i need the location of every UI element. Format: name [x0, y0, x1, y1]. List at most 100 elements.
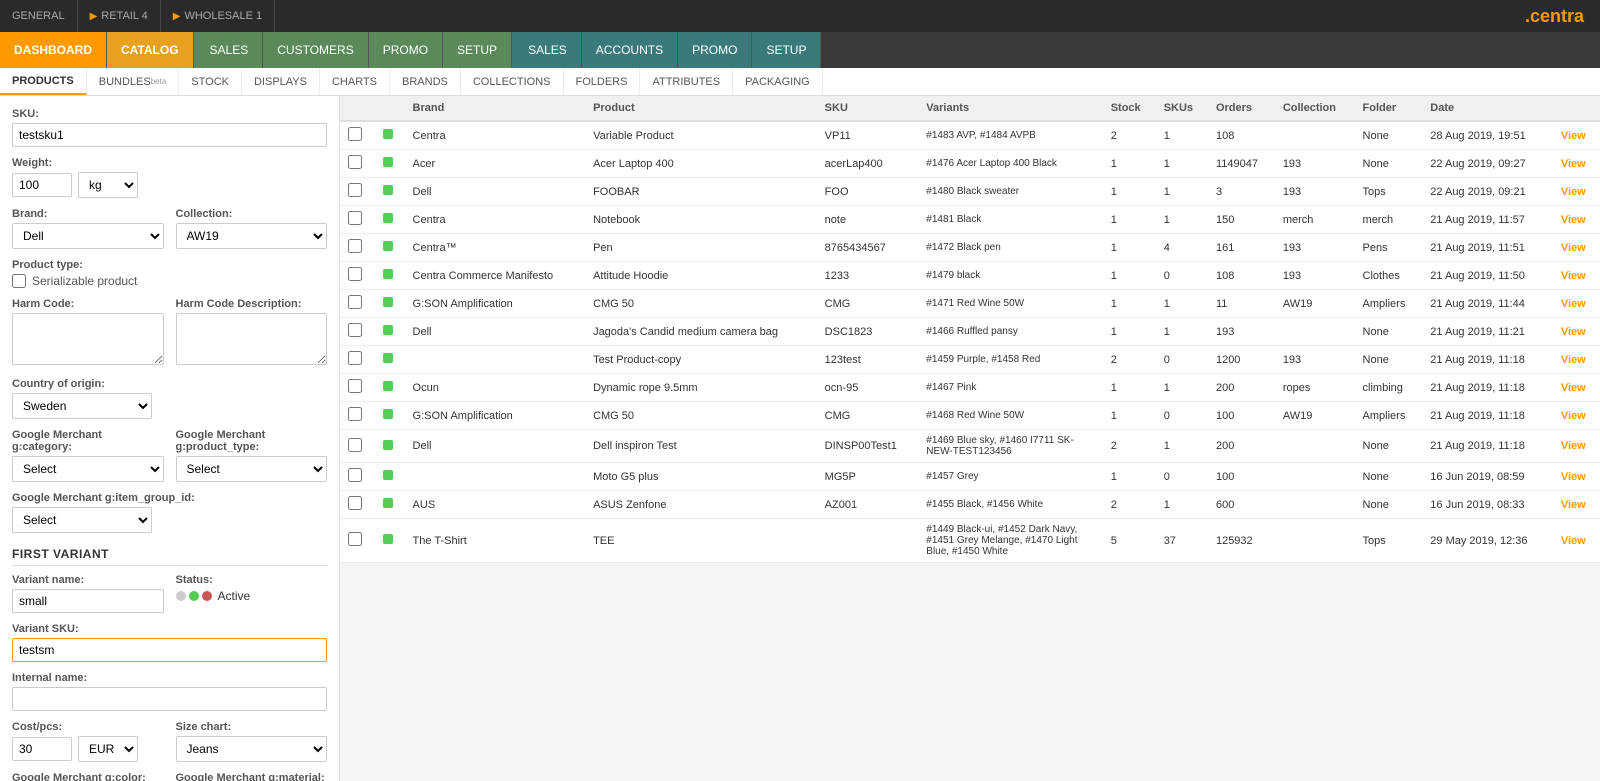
nav-customers[interactable]: CUSTOMERS — [263, 32, 368, 68]
nav-setup-retail[interactable]: SETUP — [443, 32, 512, 68]
row-variants: #1483 AVP, #1484 AVPB — [918, 121, 1102, 150]
nav-accounts-label: ACCOUNTS — [596, 43, 663, 57]
row-checkbox[interactable] — [348, 127, 362, 141]
row-status-cell — [375, 346, 405, 374]
weight-unit-select[interactable]: kg g lb — [78, 172, 138, 198]
sku-input[interactable] — [12, 123, 327, 147]
nav-retail[interactable]: ▶ RETAIL 4 — [78, 0, 161, 32]
view-link[interactable]: View — [1561, 214, 1586, 226]
view-link[interactable]: View — [1561, 410, 1586, 422]
subnav-brands[interactable]: BRANDS — [390, 68, 461, 95]
collection-select[interactable]: AW19 AW18 SS19 — [176, 223, 328, 249]
view-link[interactable]: View — [1561, 158, 1586, 170]
weight-input[interactable] — [12, 173, 72, 197]
currency-select[interactable]: EUR USD GBP — [78, 736, 138, 762]
row-checkbox[interactable] — [348, 532, 362, 546]
row-checkbox[interactable] — [348, 295, 362, 309]
row-checkbox[interactable] — [348, 323, 362, 337]
row-variants: #1472 Black pen — [918, 234, 1102, 262]
row-checkbox[interactable] — [348, 211, 362, 225]
view-link[interactable]: View — [1561, 354, 1586, 366]
row-checkbox[interactable] — [348, 155, 362, 169]
harm-code-textarea[interactable] — [12, 313, 164, 365]
col-stock: Stock — [1103, 96, 1156, 121]
row-checkbox[interactable] — [348, 468, 362, 482]
google-category-select[interactable]: Select — [12, 456, 164, 482]
row-checkbox[interactable] — [348, 438, 362, 452]
view-link[interactable]: View — [1561, 471, 1586, 483]
country-select[interactable]: Sweden Germany China USA — [12, 393, 152, 419]
table-row: Test Product-copy 123test #1459 Purple, … — [340, 346, 1600, 374]
nav-sales-retail[interactable]: SALES — [196, 32, 264, 68]
subnav-charts[interactable]: CHARTS — [320, 68, 390, 95]
row-status-cell — [375, 430, 405, 463]
view-link[interactable]: View — [1561, 382, 1586, 394]
row-checkbox[interactable] — [348, 183, 362, 197]
variant-name-group: Variant name: — [12, 574, 164, 613]
row-checkbox[interactable] — [348, 407, 362, 421]
nav-general[interactable]: GENERAL — [0, 0, 78, 32]
row-brand: Centra — [405, 121, 586, 150]
row-stock: 5 — [1103, 519, 1156, 563]
row-checkbox[interactable] — [348, 239, 362, 253]
size-chart-select[interactable]: Jeans Shoes T-Shirt — [176, 736, 328, 762]
status-indicator — [383, 440, 393, 450]
view-link[interactable]: View — [1561, 270, 1586, 282]
subnav-collections[interactable]: COLLECTIONS — [461, 68, 564, 95]
cost-input[interactable] — [12, 737, 72, 761]
view-link[interactable]: View — [1561, 130, 1586, 142]
main-nav: DASHBOARD CATALOG SALES CUSTOMERS PROMO … — [0, 32, 1600, 68]
table-row: G:SON Amplification CMG 50 CMG #1468 Red… — [340, 402, 1600, 430]
row-skus: 0 — [1156, 463, 1208, 491]
table-row: Centra Variable Product VP11 #1483 AVP, … — [340, 121, 1600, 150]
weight-group: Weight: kg g lb — [12, 157, 327, 198]
row-folder: None — [1355, 121, 1423, 150]
google-item-group-select[interactable]: Select — [12, 507, 152, 533]
google-product-type-select[interactable]: Select — [176, 456, 328, 482]
internal-name-input[interactable] — [12, 687, 327, 711]
view-link[interactable]: View — [1561, 535, 1586, 547]
view-link[interactable]: View — [1561, 186, 1586, 198]
col-status — [375, 96, 405, 121]
nav-promo-wholesale[interactable]: PROMO — [678, 32, 752, 68]
harm-code-desc-textarea[interactable] — [176, 313, 328, 365]
view-link[interactable]: View — [1561, 326, 1586, 338]
nav-promo-retail[interactable]: PROMO — [369, 32, 443, 68]
row-collection — [1275, 121, 1355, 150]
subnav-displays[interactable]: DISPLAYS — [242, 68, 320, 95]
nav-wholesale[interactable]: ▶ WHOLESALE 1 — [161, 0, 275, 32]
nav-sales-wholesale-label: SALES — [528, 43, 567, 57]
nav-setup-wholesale[interactable]: SETUP — [752, 32, 821, 68]
nav-catalog[interactable]: CATALOG — [107, 32, 194, 68]
view-link[interactable]: View — [1561, 298, 1586, 310]
row-collection: merch — [1275, 206, 1355, 234]
row-view-cell: View — [1553, 150, 1600, 178]
subnav-bundles[interactable]: BUNDLES beta — [87, 68, 180, 95]
view-link[interactable]: View — [1561, 440, 1586, 452]
variant-name-input[interactable] — [12, 589, 164, 613]
nav-dashboard[interactable]: DASHBOARD — [0, 32, 107, 68]
variant-sku-input[interactable] — [12, 638, 327, 662]
view-link[interactable]: View — [1561, 499, 1586, 511]
row-checkbox[interactable] — [348, 351, 362, 365]
view-link[interactable]: View — [1561, 242, 1586, 254]
nav-accounts[interactable]: ACCOUNTS — [582, 32, 678, 68]
subnav-products[interactable]: PRODUCTS — [0, 68, 87, 95]
subnav-stock[interactable]: STOCK — [179, 68, 242, 95]
row-checkbox[interactable] — [348, 267, 362, 281]
row-date: 28 Aug 2019, 19:51 — [1422, 121, 1553, 150]
row-date: 16 Jun 2019, 08:59 — [1422, 463, 1553, 491]
nav-sales-wholesale[interactable]: SALES — [514, 32, 582, 68]
status-indicator — [383, 470, 393, 480]
subnav-attributes[interactable]: ATTRIBUTES — [640, 68, 733, 95]
row-checkbox[interactable] — [348, 379, 362, 393]
subnav-packaging[interactable]: PACKAGING — [733, 68, 823, 95]
row-folder: Tops — [1355, 178, 1423, 206]
subnav-folders[interactable]: FOLDERS — [564, 68, 641, 95]
row-checkbox[interactable] — [348, 496, 362, 510]
serializable-checkbox[interactable] — [12, 274, 26, 288]
brand-select[interactable]: Dell Acer AUS Centra Ocun — [12, 223, 164, 249]
col-product: Product — [585, 96, 817, 121]
row-status-cell — [375, 402, 405, 430]
row-view-cell: View — [1553, 178, 1600, 206]
